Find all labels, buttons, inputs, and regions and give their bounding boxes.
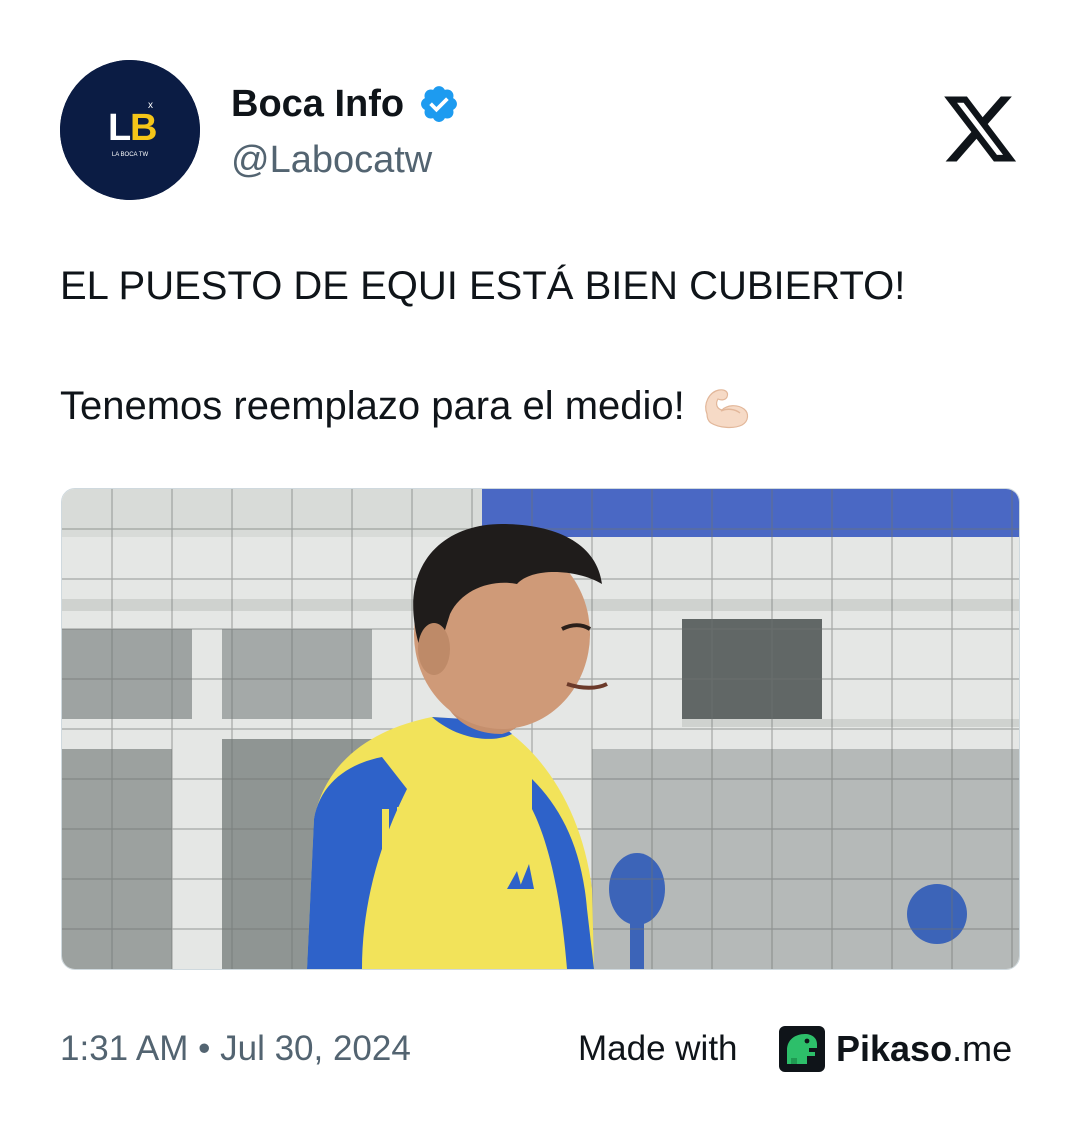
- pikaso-dino-icon[interactable]: [779, 1026, 825, 1072]
- user-handle[interactable]: @Labocatw: [231, 136, 432, 184]
- tweet-text-line-1: EL PUESTO DE EQUI ESTÁ BIEN CUBIERTO!: [60, 264, 906, 308]
- verified-badge-icon: [421, 86, 458, 122]
- tweet-text-line-2: Tenemos reemplazo para el medio!: [60, 380, 753, 432]
- avatar[interactable]: L B x LA BOCA TW: [60, 60, 200, 200]
- x-logo-icon[interactable]: [940, 88, 1020, 170]
- display-name-text: Boca Info: [231, 83, 405, 125]
- avatar-logo: L B x LA BOCA TW: [60, 60, 200, 200]
- photo-scene: [62, 489, 1019, 969]
- svg-text:L: L: [108, 107, 131, 149]
- display-name[interactable]: Boca Info: [231, 80, 460, 128]
- made-with-label: Made with: [578, 1029, 738, 1068]
- svg-text:B: B: [130, 107, 157, 149]
- tweet-text-line-2-text: Tenemos reemplazo para el medio!: [60, 384, 685, 428]
- pikaso-brand-suffix: .me: [952, 1028, 1013, 1069]
- tweet-timestamp[interactable]: 1:31 AM • Jul 30, 2024: [60, 1025, 411, 1073]
- pikaso-brand[interactable]: Pikaso.me: [836, 1025, 1012, 1073]
- flexed-biceps-icon: [704, 389, 748, 429]
- tweet-photo[interactable]: [61, 488, 1020, 970]
- avatar-caption: LA BOCA TW: [112, 152, 149, 158]
- svg-text:x: x: [148, 100, 153, 111]
- pikaso-brand-name: Pikaso: [836, 1028, 953, 1069]
